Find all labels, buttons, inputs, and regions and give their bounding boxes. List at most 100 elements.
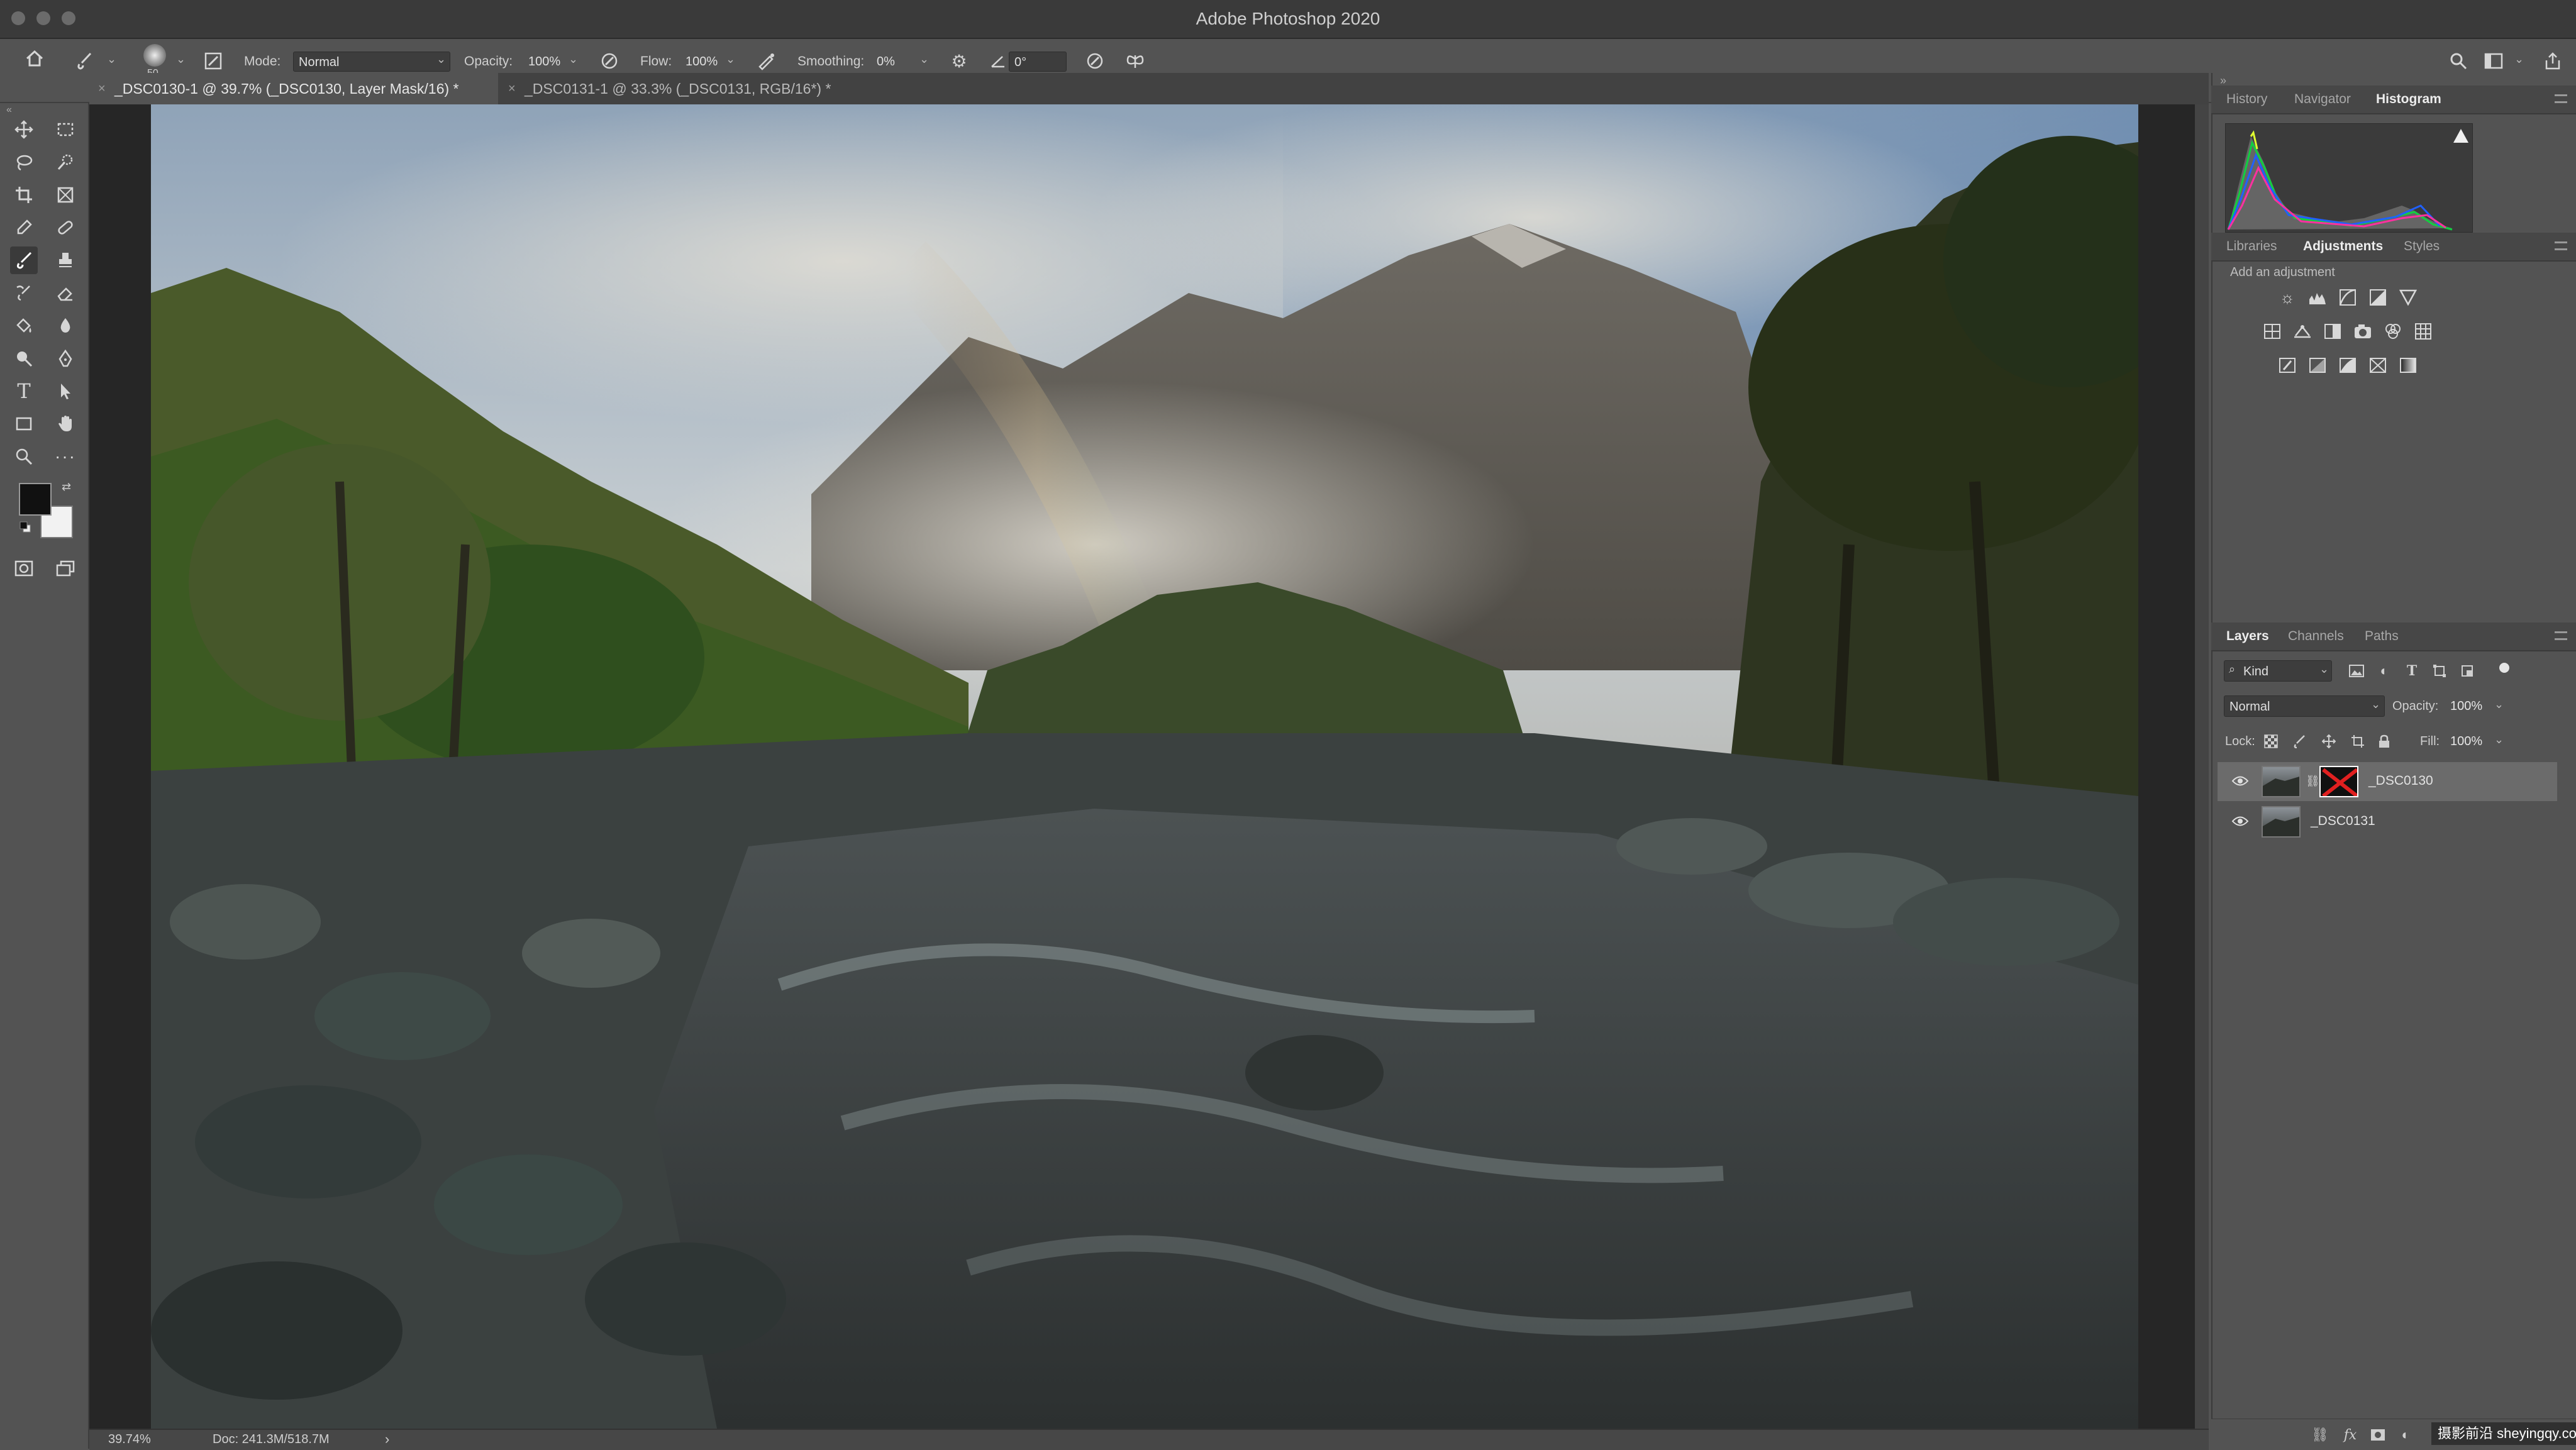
swap-colors-icon[interactable]: ⇄ xyxy=(62,480,71,494)
layer-opacity-chevron-icon[interactable]: ⌄ xyxy=(2494,698,2504,711)
healing-brush-tool-icon[interactable] xyxy=(52,214,79,241)
lock-artboards-icon[interactable] xyxy=(2348,732,2367,751)
hand-tool-icon[interactable] xyxy=(52,410,79,438)
exposure-icon[interactable] xyxy=(2367,287,2389,308)
airbrush-icon[interactable] xyxy=(755,49,779,73)
status-menu-arrow-icon[interactable]: › xyxy=(385,1431,389,1447)
tab-styles[interactable]: Styles xyxy=(2404,233,2440,260)
layer-name[interactable]: _DSC0130 xyxy=(2368,773,2433,789)
invert-icon[interactable] xyxy=(2277,355,2298,376)
marquee-tool-icon[interactable] xyxy=(52,116,79,143)
opacity-field[interactable]: 100% xyxy=(523,52,566,72)
flow-chevron-icon[interactable]: ⌄ xyxy=(726,53,735,66)
layer-name[interactable]: _DSC0131 xyxy=(2311,814,2375,829)
curves-icon[interactable] xyxy=(2337,287,2358,308)
channel-mixer-icon[interactable] xyxy=(2382,321,2404,342)
brush-tool-icon[interactable] xyxy=(73,49,97,73)
tab-adjustments[interactable]: Adjustments xyxy=(2303,233,2383,260)
smoothing-chevron-icon[interactable]: ⌄ xyxy=(919,53,929,66)
tab-histogram[interactable]: Histogram xyxy=(2376,86,2441,113)
color-lookup-icon[interactable] xyxy=(2412,321,2434,342)
panel-menu-icon[interactable] xyxy=(2555,241,2567,250)
rectangle-tool-icon[interactable] xyxy=(10,410,38,438)
brush-picker-chevron-icon[interactable]: ⌄ xyxy=(176,53,186,66)
new-adjustment-layer-icon[interactable]: ◐ xyxy=(2396,1425,2415,1444)
frame-tool-icon[interactable] xyxy=(52,181,79,209)
blend-mode-select[interactable]: Normal xyxy=(2224,695,2385,717)
lock-image-pixels-icon[interactable] xyxy=(2290,732,2309,751)
eyedropper-tool-icon[interactable] xyxy=(10,214,38,241)
path-selection-tool-icon[interactable] xyxy=(52,377,79,405)
search-icon[interactable] xyxy=(2446,49,2470,73)
filter-toggle-icon[interactable] xyxy=(2499,663,2509,673)
close-tab-icon[interactable]: × xyxy=(508,73,516,104)
lock-all-icon[interactable] xyxy=(2375,732,2394,751)
history-brush-tool-icon[interactable] xyxy=(10,279,38,307)
lock-position-icon[interactable] xyxy=(2319,732,2338,751)
filter-adjustment-layers-icon[interactable]: ◐ xyxy=(2375,661,2394,680)
opacity-chevron-icon[interactable]: ⌄ xyxy=(569,53,578,66)
layer-mask-link-icon[interactable]: ⛓ xyxy=(2306,775,2320,788)
brush-preview-icon[interactable] xyxy=(143,44,166,67)
blend-mode-chevron-icon[interactable]: ⌄ xyxy=(2371,698,2380,711)
layer-row-dsc0130[interactable]: ⛓ _DSC0130 xyxy=(2218,762,2557,801)
selective-color-icon[interactable] xyxy=(2367,355,2389,376)
crop-tool-icon[interactable] xyxy=(10,181,38,209)
eraser-tool-icon[interactable] xyxy=(52,279,79,307)
brush-tool-selected-icon[interactable] xyxy=(10,246,38,274)
fill-chevron-icon[interactable]: ⌄ xyxy=(2494,733,2504,746)
tab-layers[interactable]: Layers xyxy=(2226,623,2269,650)
tab-navigator[interactable]: Navigator xyxy=(2294,86,2351,113)
cache-warning-icon[interactable] xyxy=(2453,129,2468,143)
vertical-scrollbar[interactable] xyxy=(2195,104,2209,1429)
document-canvas-photo[interactable] xyxy=(151,104,2138,1429)
home-icon[interactable] xyxy=(23,47,47,70)
more-tools-icon[interactable]: ··· xyxy=(52,443,79,470)
workspace-chevron-icon[interactable]: ⌄ xyxy=(2514,53,2524,66)
posterize-icon[interactable] xyxy=(2307,355,2328,376)
link-layers-icon[interactable]: ⛓ xyxy=(2311,1425,2329,1444)
quick-selection-tool-icon[interactable] xyxy=(52,148,79,176)
share-icon[interactable] xyxy=(2541,49,2565,73)
quick-mask-icon[interactable] xyxy=(10,555,38,582)
brush-angle-field[interactable]: 0° xyxy=(1009,52,1067,72)
layer-opacity-field[interactable]: 100% xyxy=(2450,699,2482,714)
paint-bucket-tool-icon[interactable] xyxy=(10,312,38,340)
levels-icon[interactable] xyxy=(2307,287,2328,308)
brush-settings-icon[interactable] xyxy=(201,49,225,73)
add-mask-icon[interactable] xyxy=(2368,1425,2387,1444)
dodge-tool-icon[interactable] xyxy=(10,345,38,372)
black-white-icon[interactable] xyxy=(2322,321,2343,342)
layer-mask-thumbnail[interactable] xyxy=(2319,766,2358,797)
layer-filter-kind-select[interactable]: Kind xyxy=(2224,660,2332,682)
brightness-contrast-icon[interactable]: ☼ xyxy=(2277,287,2298,308)
visibility-eye-icon[interactable] xyxy=(2231,773,2249,791)
workspace-switcher-icon[interactable] xyxy=(2482,49,2506,73)
type-tool-icon[interactable]: T xyxy=(10,377,38,405)
filter-shape-layers-icon[interactable] xyxy=(2430,661,2449,680)
layer-thumbnail[interactable] xyxy=(2262,806,2301,838)
filter-smart-objects-icon[interactable] xyxy=(2458,661,2477,680)
move-tool-icon[interactable] xyxy=(10,116,38,143)
layer-row-dsc0131[interactable]: _DSC0131 xyxy=(2218,802,2557,841)
default-colors-icon[interactable] xyxy=(19,521,31,533)
pressure-opacity-icon[interactable] xyxy=(597,49,621,73)
visibility-eye-icon[interactable] xyxy=(2231,814,2249,831)
clone-stamp-tool-icon[interactable] xyxy=(52,246,79,274)
filter-pixel-layers-icon[interactable] xyxy=(2347,661,2366,680)
tab-paths[interactable]: Paths xyxy=(2365,623,2399,650)
symmetry-butterfly-icon[interactable] xyxy=(1123,49,1147,73)
smoothing-field[interactable]: 0% xyxy=(872,52,904,72)
hue-saturation-icon[interactable] xyxy=(2262,321,2283,342)
mode-chevron-icon[interactable]: ⌄ xyxy=(436,53,446,66)
collapse-toolbar-icon[interactable]: « xyxy=(6,104,12,116)
pen-tool-icon[interactable] xyxy=(52,345,79,372)
vibrance-icon[interactable] xyxy=(2397,287,2419,308)
pressure-size-icon[interactable] xyxy=(1083,49,1107,73)
smoothing-options-gear-icon[interactable]: ⚙ xyxy=(947,49,971,73)
screen-mode-icon[interactable] xyxy=(52,555,79,582)
lasso-tool-icon[interactable] xyxy=(10,148,38,176)
tab-history[interactable]: History xyxy=(2226,86,2267,113)
panel-menu-icon[interactable] xyxy=(2555,94,2567,103)
zoom-tool-icon[interactable] xyxy=(10,443,38,470)
